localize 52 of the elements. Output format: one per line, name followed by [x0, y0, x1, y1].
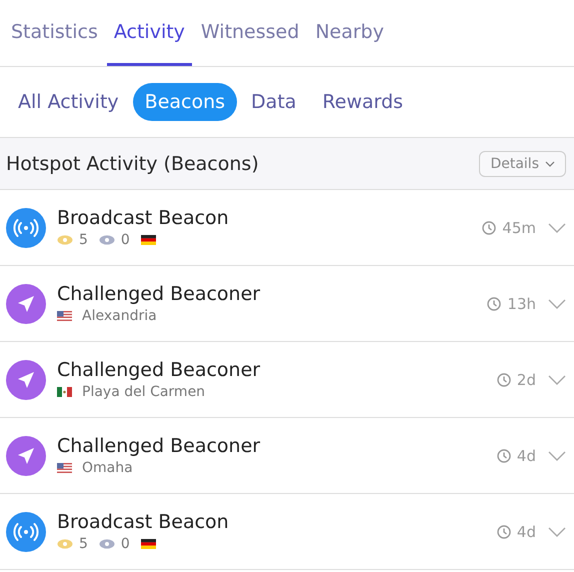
time-ago: 13h — [507, 294, 536, 312]
activity-title: Challenged Beaconer — [57, 359, 262, 381]
valid-count: 5 — [79, 232, 88, 248]
chevron-down-icon[interactable] — [548, 298, 566, 308]
filter-pill[interactable]: Data — [239, 83, 308, 121]
tab[interactable]: Witnessed — [194, 0, 306, 66]
tab[interactable]: Activity — [106, 0, 192, 66]
invalid-witness-icon — [98, 235, 115, 245]
invalid-witness-icon — [98, 539, 115, 549]
chevron-down-icon[interactable] — [548, 526, 566, 536]
paper-plane-icon — [6, 284, 46, 324]
broadcast-icon — [6, 512, 46, 552]
chevron-down-icon[interactable] — [548, 222, 566, 232]
details-dropdown[interactable]: Details — [479, 150, 566, 176]
valid-count: 5 — [79, 536, 88, 552]
location: Playa del Carmen — [82, 384, 206, 400]
clock-icon — [487, 296, 502, 310]
activity-title: Broadcast Beacon — [57, 511, 230, 533]
filter-pill[interactable]: Rewards — [310, 83, 416, 121]
time-ago: 4d — [516, 522, 536, 540]
usa-flag-icon — [57, 311, 72, 321]
valid-witness-icon — [57, 235, 73, 245]
chevron-down-icon[interactable] — [548, 450, 566, 460]
broadcast-icon — [6, 208, 46, 248]
usa-flag-icon — [57, 463, 72, 473]
filter-pill[interactable]: Beacons — [132, 83, 238, 121]
section-title: Hotspot Activity (Beacons) — [6, 152, 259, 174]
germany-flag-icon — [140, 539, 156, 549]
germany-flag-icon — [140, 235, 156, 245]
tab[interactable]: Nearby — [308, 0, 391, 66]
clock-icon — [496, 524, 511, 538]
time-ago: 2d — [516, 370, 536, 388]
paper-plane-icon — [6, 436, 46, 476]
clock-icon — [496, 372, 511, 386]
activity-title: Challenged Beaconer — [57, 283, 262, 305]
invalid-count: 0 — [120, 536, 130, 552]
filter-pill[interactable]: All Activity — [6, 83, 131, 121]
time-ago: 4d — [516, 446, 536, 464]
clock-icon — [482, 220, 496, 234]
location: Omaha — [82, 460, 133, 476]
activity-title: Broadcast Beacon — [57, 207, 230, 229]
location: Alexandria — [82, 308, 157, 324]
invalid-count: 0 — [120, 232, 130, 248]
valid-witness-icon — [57, 539, 73, 549]
tab[interactable]: Statistics — [4, 0, 105, 66]
paper-plane-icon — [6, 360, 46, 400]
mexico-flag-icon — [57, 387, 72, 397]
chevron-down-icon[interactable] — [548, 374, 566, 384]
clock-icon — [496, 448, 511, 462]
activity-title: Challenged Beaconer — [57, 435, 262, 457]
chevron-down-icon — [545, 160, 555, 166]
time-ago: 45m — [502, 218, 536, 236]
